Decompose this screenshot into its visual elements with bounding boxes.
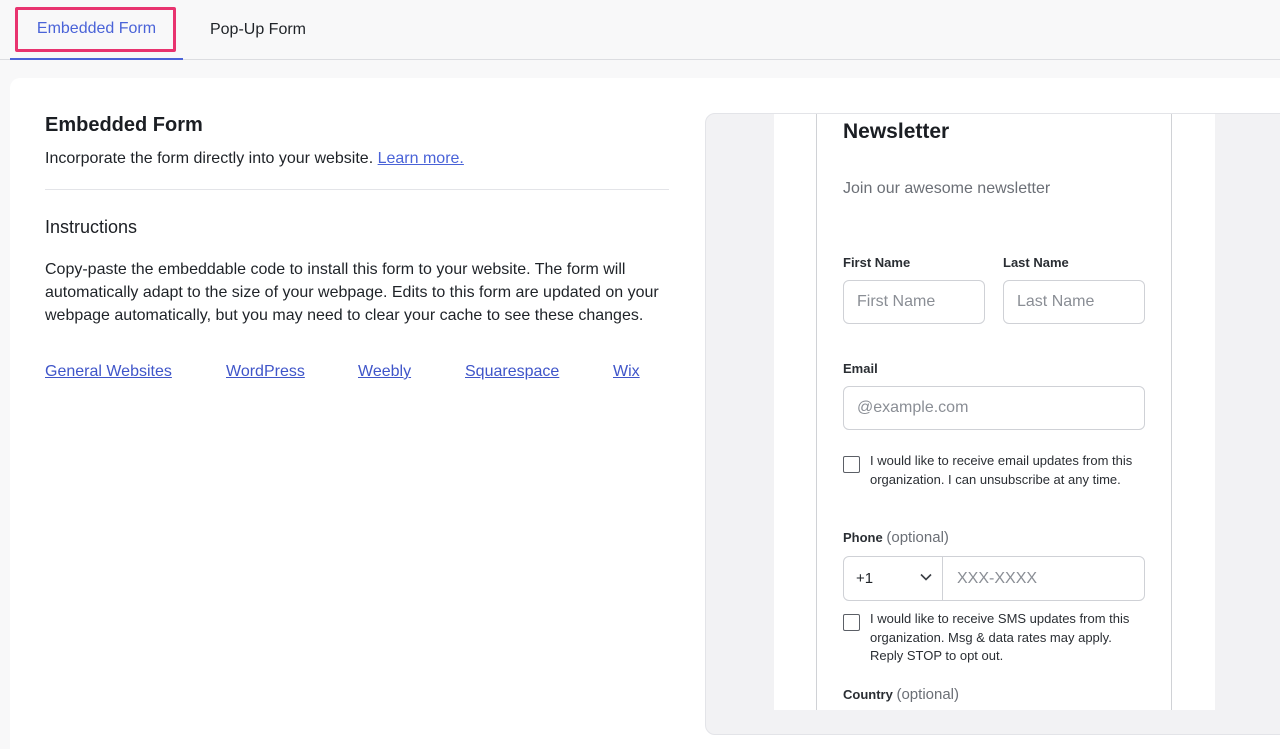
learn-more-link[interactable]: Learn more. <box>378 150 464 167</box>
preview-page: Newsletter Join our awesome newsletter F… <box>774 114 1215 710</box>
newsletter-form: Newsletter Join our awesome newsletter F… <box>816 114 1172 710</box>
phone-label-text: Phone <box>843 530 883 545</box>
form-preview: Newsletter Join our awesome newsletter F… <box>705 113 1280 735</box>
first-name-label: First Name <box>843 255 911 270</box>
sms-consent-text: I would like to receive SMS updates from… <box>870 611 1130 663</box>
page-title: Embedded Form <box>45 114 203 136</box>
first-name-input[interactable] <box>843 280 985 324</box>
phone-optional-text: (optional) <box>886 529 949 546</box>
country-optional-text: (optional) <box>896 686 960 703</box>
country-label-text: Country <box>843 687 893 702</box>
last-name-label: Last Name <box>1003 255 1069 270</box>
instructions-text: Copy-paste the embeddable code to instal… <box>45 261 659 324</box>
platform-link-squarespace[interactable]: Squarespace <box>465 363 559 381</box>
email-consent-checkbox[interactable] <box>843 456 860 473</box>
form-subtitle: Join our awesome newsletter <box>843 180 1051 197</box>
page-subtitle-text: Incorporate the form directly into your … <box>45 150 374 167</box>
form-title: Newsletter <box>843 120 950 143</box>
sms-consent-checkbox[interactable] <box>843 614 860 631</box>
tab-embedded-form-label: Embedded Form <box>36 20 157 37</box>
email-input[interactable] <box>843 386 1145 430</box>
form-type-tabs: Embedded Form Pop-Up Form <box>0 0 1280 60</box>
tab-embedded-form[interactable]: Embedded Form <box>10 0 183 60</box>
country-code-select[interactable]: +1 <box>844 557 943 600</box>
section-divider <box>45 189 669 190</box>
platform-link-wordpress[interactable]: WordPress <box>226 363 305 381</box>
platform-link-general-websites[interactable]: General Websites <box>45 363 172 381</box>
phone-label: Phone (optional) <box>843 529 949 546</box>
email-label: Email <box>843 361 878 376</box>
chevron-down-icon <box>920 573 932 581</box>
page-subtitle: Incorporate the form directly into your … <box>45 150 464 168</box>
phone-input[interactable] <box>944 557 1144 600</box>
platform-link-wix[interactable]: Wix <box>613 363 640 381</box>
platform-link-weebly[interactable]: Weebly <box>358 363 411 381</box>
country-label: Country (optional) <box>843 686 959 703</box>
phone-field: +1 <box>843 556 1145 601</box>
last-name-input[interactable] <box>1003 280 1145 324</box>
instructions-heading: Instructions <box>45 217 138 237</box>
tab-pop-up-form-label: Pop-Up Form <box>209 21 307 38</box>
country-code-value: +1 <box>856 570 874 587</box>
email-consent-text: I would like to receive email updates fr… <box>870 453 1133 487</box>
tab-pop-up-form[interactable]: Pop-Up Form <box>183 0 333 60</box>
